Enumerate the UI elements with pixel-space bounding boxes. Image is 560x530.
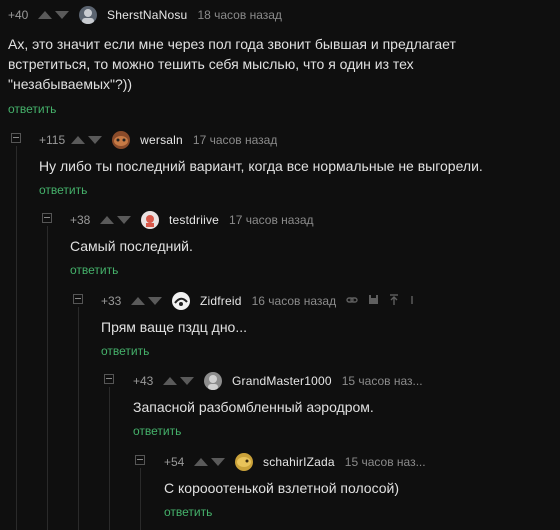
comment-author[interactable]: Zidfreid (200, 294, 242, 308)
comment: +33 Zidfreid 16 часов назад Прям ваще пз… (101, 290, 559, 360)
comment: +115 wersaln 17 часов назад Ну либо ты п… (39, 129, 559, 199)
comment-header: +43 GrandMaster1000 15 часов наз... (133, 370, 423, 392)
comment-author[interactable]: GrandMaster1000 (232, 374, 332, 388)
comment-time[interactable]: 16 часов назад (252, 294, 336, 308)
comment-time[interactable]: 15 часов наз... (342, 374, 423, 388)
arrow-down-icon[interactable] (117, 216, 131, 224)
comment-text: Ну либо ты последний вариант, когда все … (39, 156, 554, 176)
comment-time[interactable]: 15 часов наз... (345, 455, 426, 469)
comment-text-line: Самый последний. (70, 238, 193, 254)
avatar[interactable] (235, 453, 253, 471)
arrow-up-icon[interactable] (38, 11, 52, 19)
collapse-thread-icon[interactable] (11, 133, 21, 143)
avatar[interactable] (112, 131, 131, 149)
comment-text: Запасной разбомбленный аэродром. (133, 397, 553, 417)
more-icon[interactable] (409, 294, 415, 309)
comment-text-line: Ну либо ты последний вариант, когда все … (39, 158, 483, 174)
collapse-thread-icon[interactable] (42, 213, 52, 223)
thread-line (140, 468, 141, 530)
comment: +38 testdriive 17 часов назад Самый посл… (70, 209, 558, 279)
arrow-up-icon[interactable] (163, 377, 177, 385)
arrow-down-icon[interactable] (55, 11, 69, 19)
comment-time[interactable]: 18 часов назад (197, 8, 281, 22)
thread-line (78, 307, 79, 530)
comment-rating: +33 (101, 294, 122, 308)
arrow-up-icon[interactable] (100, 216, 114, 224)
comment-header: +33 Zidfreid 16 часов назад (101, 290, 415, 312)
arrow-down-icon[interactable] (88, 136, 103, 144)
comment-rating: +40 (8, 8, 29, 22)
comment-text-line: встретиться, то можно тешить себя мыслью… (8, 56, 414, 72)
comment-header: +115 wersaln 17 часов назад (39, 129, 277, 151)
comment-text: Ах, это значит если мне через пол года з… (8, 34, 548, 94)
comment-tools (346, 293, 415, 309)
collapse-thread-icon[interactable] (135, 455, 145, 465)
comment: +54 schahirIZada 15 часов наз... С короо… (164, 451, 559, 523)
arrow-up-icon[interactable] (71, 136, 86, 144)
comment-text: Самый последний. (70, 236, 550, 256)
reply-link[interactable]: ответить (8, 102, 56, 116)
reply-link[interactable]: ответить (39, 183, 87, 197)
comment-rating: +38 (70, 213, 91, 227)
arrow-down-icon[interactable] (148, 297, 162, 305)
comment-author[interactable]: testdriive (169, 213, 219, 227)
comment: +40 SherstNaNosu 18 часов назад Ах, это … (8, 4, 558, 116)
comment-time[interactable]: 17 часов назад (193, 133, 277, 147)
arrow-down-icon[interactable] (180, 377, 194, 385)
arrow-down-icon[interactable] (211, 458, 225, 466)
comment-text-line: С корооотенькой взлетной полосой) (164, 480, 400, 496)
save-icon[interactable] (368, 294, 379, 308)
comment-text: Прям ваще пздц дно... (101, 317, 551, 337)
reply-link[interactable]: ответить (101, 344, 149, 358)
comment-text-line: Запасной разбомбленный аэродром. (133, 399, 374, 415)
comment-header: +38 testdriive 17 часов назад (70, 209, 314, 231)
comment-rating: +43 (133, 374, 154, 388)
comment-author[interactable]: SherstNaNosu (107, 8, 187, 22)
arrow-up-icon[interactable] (194, 458, 208, 466)
comment-header: +54 schahirIZada 15 часов наз... (164, 451, 426, 473)
comment-text-line: "незабываемых"?)) (8, 76, 133, 92)
avatar[interactable] (204, 372, 222, 390)
collapse-thread-icon[interactable] (104, 374, 114, 384)
reply-link[interactable]: ответить (164, 505, 212, 519)
avatar[interactable] (79, 6, 97, 24)
comment-rating: +54 (164, 455, 185, 469)
comment-author[interactable]: wersaln (140, 133, 183, 147)
comment-text-line: Прям ваще пздц дно... (101, 319, 248, 335)
reply-link[interactable]: ответить (70, 263, 118, 277)
comment-time[interactable]: 17 часов назад (229, 213, 313, 227)
comment-header: +40 SherstNaNosu 18 часов назад (8, 4, 282, 26)
collapse-thread-icon[interactable] (73, 294, 83, 304)
thread-line (109, 387, 110, 530)
thread-line (47, 226, 48, 530)
avatar[interactable] (141, 211, 159, 229)
comment-author[interactable]: schahirIZada (263, 455, 335, 469)
comment: +43 GrandMaster1000 15 часов наз... Запа… (133, 370, 559, 440)
comment-text-line: Ах, это значит если мне через пол года з… (8, 36, 456, 52)
thread-line (16, 146, 17, 530)
link-icon[interactable] (346, 294, 358, 309)
scroll-to-parent-icon[interactable] (389, 293, 399, 309)
comment-rating: +115 (39, 133, 66, 147)
avatar[interactable] (172, 292, 190, 310)
comment-text: С корооотенькой взлетной полосой) (164, 478, 554, 498)
arrow-up-icon[interactable] (131, 297, 145, 305)
reply-link[interactable]: ответить (133, 424, 181, 438)
